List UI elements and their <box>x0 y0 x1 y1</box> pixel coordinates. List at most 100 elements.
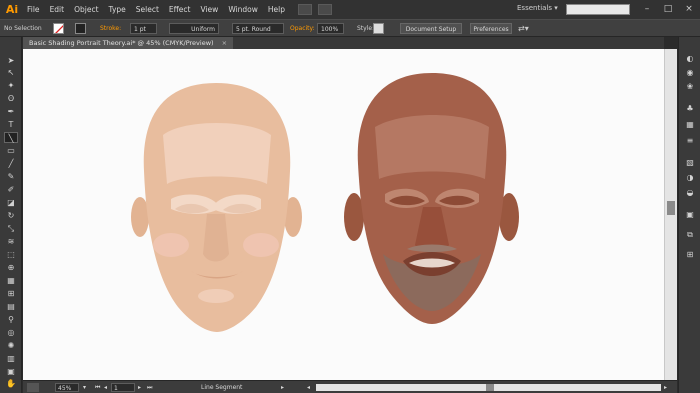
search-input[interactable] <box>566 4 630 15</box>
menu-edit[interactable]: Edit <box>45 0 70 19</box>
close-tab-icon[interactable]: × <box>222 39 227 47</box>
artboard-number-field[interactable]: 1 <box>111 383 135 392</box>
arrange-documents-button[interactable] <box>318 4 332 15</box>
menu-file[interactable]: File <box>22 0 45 19</box>
symbol-sprayer-tool-icon[interactable]: ✺ <box>4 340 18 351</box>
document-tab-title: Basic Shading Portrait Theory.ai* @ 45% … <box>29 39 214 47</box>
paintbrush-tool-icon[interactable]: ╱ <box>4 158 18 169</box>
artboard-tool-icon[interactable]: ▣ <box>4 366 18 377</box>
selection-status: No Selection <box>4 25 42 32</box>
artboards-icon[interactable]: ⊞ <box>684 249 696 260</box>
menu-type[interactable]: Type <box>104 0 131 19</box>
stroke-swatch[interactable] <box>75 23 86 34</box>
type-tool-icon[interactable]: T <box>4 119 18 130</box>
selection-tool-icon[interactable]: ➤ <box>4 55 18 66</box>
pen-tool-icon[interactable]: ✒ <box>4 106 18 117</box>
variable-width-profile[interactable]: Uniform <box>169 23 219 34</box>
scroll-right-icon[interactable]: ▸ <box>664 383 667 392</box>
layers-icon[interactable]: ⧉ <box>684 229 696 240</box>
lasso-tool-icon[interactable]: ʘ <box>4 93 18 104</box>
scale-tool-icon[interactable]: ⤡ <box>4 223 18 234</box>
status-menu-icon[interactable]: ▸ <box>281 383 284 392</box>
symbols-icon[interactable]: ♣ <box>684 103 696 114</box>
last-artboard-icon[interactable]: ⏭ <box>147 383 152 392</box>
stroke-icon[interactable]: ≡ <box>684 135 696 146</box>
arrange-icon[interactable]: ⇄▾ <box>518 23 529 34</box>
light-right-cheek <box>243 233 279 257</box>
graphic-styles-icon[interactable]: ▣ <box>684 209 696 220</box>
opacity-label[interactable]: Opacity: <box>290 23 315 34</box>
workspace-switcher[interactable]: Essentials ▾ <box>517 4 558 12</box>
mesh-tool-icon[interactable]: ⊞ <box>4 288 18 299</box>
zoom-dropdown-icon[interactable]: ▾ <box>83 383 86 392</box>
free-transform-tool-icon[interactable]: ⬚ <box>4 249 18 260</box>
brushes-icon[interactable]: ❀ <box>684 81 696 92</box>
eraser-tool-icon[interactable]: ◪ <box>4 197 18 208</box>
document-tab-bar: Basic Shading Portrait Theory.ai* @ 45% … <box>23 37 664 49</box>
workspace-label: Essentials <box>517 4 553 12</box>
first-artboard-icon[interactable]: ⏮ <box>95 383 100 392</box>
bridge-button[interactable] <box>298 4 312 15</box>
menu-select[interactable]: Select <box>131 0 164 19</box>
menu-object[interactable]: Object <box>69 0 103 19</box>
panel-dock: ◐ ◉ ❀ ♣ ▦ ≡ ▧ ◑ ◒ ▣ ⧉ ⊞ <box>678 37 700 393</box>
color-guide-icon[interactable]: ◐ <box>684 53 696 64</box>
minimize-icon[interactable]: – <box>640 3 654 15</box>
maximize-icon[interactable]: □ <box>661 3 675 15</box>
blend-tool-icon[interactable]: ◎ <box>4 327 18 338</box>
opacity-field[interactable]: 100% <box>317 23 344 34</box>
close-icon[interactable]: × <box>682 3 696 15</box>
menu-window[interactable]: Window <box>223 0 263 19</box>
gradient-icon[interactable]: ▧ <box>684 157 696 168</box>
eyedropper-tool-icon[interactable]: ⚲ <box>4 314 18 325</box>
dark-skin-portrait <box>344 73 519 324</box>
horizontal-scroll-thumb[interactable] <box>486 384 494 391</box>
style-label: Style: <box>357 25 375 32</box>
blob-brush-tool-icon[interactable]: ✐ <box>4 184 18 195</box>
tools-panel: ➤ ↖ ✦ ʘ ✒ T ╲ ▭ ╱ ✎ ✐ ◪ ↻ ⤡ ≋ ⬚ ⊕ ▦ ⊞ ▤ … <box>0 37 22 393</box>
transparency-icon[interactable]: ◑ <box>684 172 696 183</box>
zoom-level-field[interactable]: 45% <box>55 383 79 392</box>
scroll-left-icon[interactable]: ◂ <box>307 383 310 392</box>
appearance-icon[interactable]: ◒ <box>684 187 696 198</box>
brush-definition[interactable]: 5 pt. Round <box>232 23 284 34</box>
gradient-tool-icon[interactable]: ▤ <box>4 301 18 312</box>
stroke-label[interactable]: Stroke: <box>100 23 121 34</box>
light-skin-portrait <box>131 83 302 332</box>
menu-effect[interactable]: Effect <box>164 0 196 19</box>
light-forehead-highlight <box>163 123 271 184</box>
light-nose <box>203 214 229 262</box>
shape-builder-tool-icon[interactable]: ⊕ <box>4 262 18 273</box>
document-tab[interactable]: Basic Shading Portrait Theory.ai* @ 45% … <box>23 37 234 49</box>
direct-selection-tool-icon[interactable]: ↖ <box>4 67 18 78</box>
vertical-scrollbar[interactable] <box>664 49 677 380</box>
vertical-scroll-thumb[interactable] <box>667 201 675 215</box>
zoom-menu-icon[interactable] <box>27 383 39 392</box>
artboard-canvas[interactable] <box>23 49 664 380</box>
graphic-style-swatch[interactable] <box>373 23 384 34</box>
preferences-button[interactable]: Preferences <box>470 23 512 34</box>
rectangle-tool-icon[interactable]: ▭ <box>4 145 18 156</box>
swatches-icon[interactable]: ▦ <box>684 119 696 130</box>
menu-view[interactable]: View <box>196 0 224 19</box>
next-artboard-icon[interactable]: ▸ <box>138 383 141 392</box>
width-tool-icon[interactable]: ≋ <box>4 236 18 247</box>
horizontal-scrollbar[interactable] <box>316 384 661 391</box>
perspective-grid-tool-icon[interactable]: ▦ <box>4 275 18 286</box>
pencil-tool-icon[interactable]: ✎ <box>4 171 18 182</box>
portrait-artwork <box>131 73 519 332</box>
column-graph-tool-icon[interactable]: ▥ <box>4 353 18 364</box>
hand-tool-icon[interactable]: ✋ <box>4 378 18 389</box>
document-setup-button[interactable]: Document Setup <box>400 23 462 34</box>
previous-artboard-icon[interactable]: ◂ <box>104 383 107 392</box>
fill-swatch[interactable] <box>53 23 64 34</box>
color-icon[interactable]: ◉ <box>684 67 696 78</box>
current-tool-name: Line Segment <box>201 384 243 391</box>
line-segment-tool-icon[interactable]: ╲ <box>4 132 18 143</box>
rotate-tool-icon[interactable]: ↻ <box>4 210 18 221</box>
dark-forehead-highlight <box>375 115 489 179</box>
menu-help[interactable]: Help <box>263 0 290 19</box>
magic-wand-tool-icon[interactable]: ✦ <box>4 80 18 91</box>
stroke-weight-field[interactable]: 1 pt <box>130 23 157 34</box>
app-logo: Ai <box>5 2 19 16</box>
